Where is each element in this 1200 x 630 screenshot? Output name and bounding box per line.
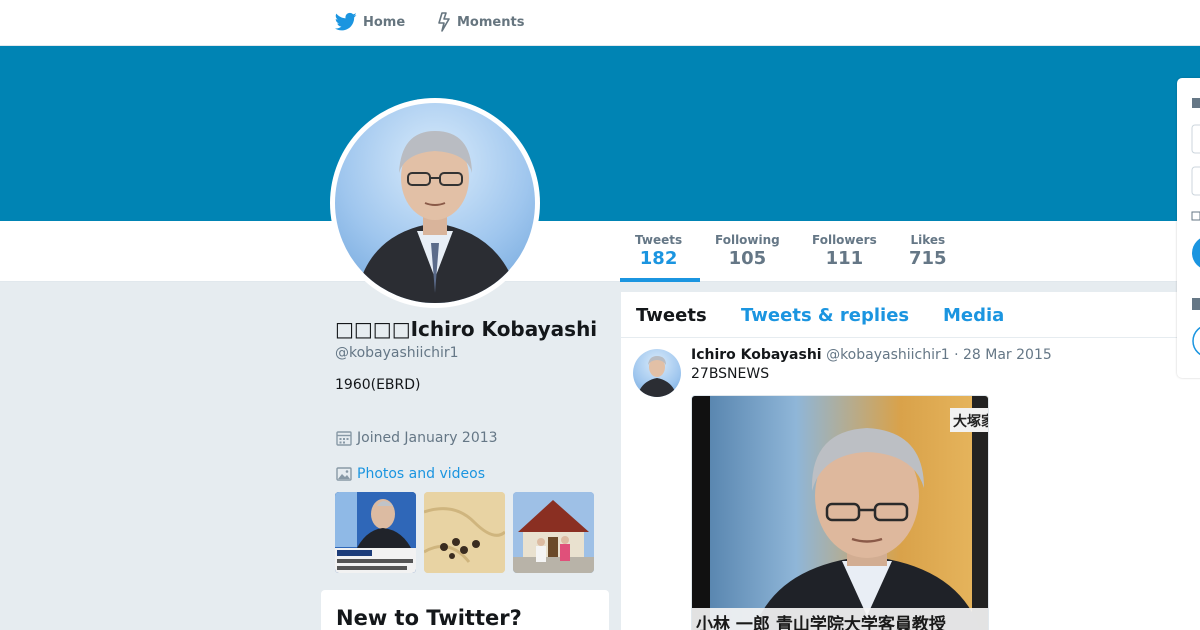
- new-to-twitter-box: New to Twitter?: [321, 590, 609, 630]
- stat-label: Following: [715, 233, 780, 247]
- photo-thumbnail[interactable]: [335, 492, 416, 573]
- photos-link-label: Photos and videos: [357, 466, 486, 482]
- timeline: Tweets Tweets & replies Media Ichiro Kob…: [621, 292, 1200, 630]
- image-icon: [336, 467, 352, 481]
- sand-figures-thumbnail: [424, 492, 505, 573]
- nav-home[interactable]: Home: [335, 12, 405, 32]
- twitter-bird-icon: [335, 12, 357, 31]
- person-portrait-icon: [355, 131, 520, 303]
- tweet-text: 27BSNEWS: [691, 366, 770, 382]
- timeline-tabs: Tweets Tweets & replies Media: [621, 292, 1200, 338]
- tweet-author-handle[interactable]: @kobayashiichir1: [826, 347, 950, 363]
- stat-likes[interactable]: Likes 715: [909, 233, 947, 269]
- avatar-photo: [335, 103, 535, 303]
- stat-value: 105: [728, 248, 767, 269]
- nav-moments-label: Moments: [457, 14, 525, 30]
- profile-handle[interactable]: @kobayashiichir1: [335, 345, 459, 361]
- stat-value: 182: [639, 248, 678, 269]
- tweet-media-image[interactable]: 大塚家 小林 一郎 青山学院大学客員教授: [691, 395, 989, 630]
- calendar-icon: [336, 431, 352, 446]
- photo-thumbnail[interactable]: [513, 492, 594, 573]
- temple-photo-thumbnail: [513, 492, 594, 573]
- profile-stats-bar: Tweets 182 Following 105 Followers 111 L…: [0, 221, 1200, 282]
- active-stat-underline: [620, 278, 700, 282]
- media-corner-text: 大塚家: [953, 413, 989, 430]
- top-nav-bar: Home Moments: [0, 0, 1200, 46]
- photos-and-videos-link[interactable]: Photos and videos: [335, 465, 485, 483]
- new-to-twitter-title: New to Twitter?: [336, 606, 522, 630]
- joined-date: Joined January 2013: [335, 429, 498, 447]
- profile-name: □□□□Ichiro Kobayashi: [335, 317, 598, 341]
- tab-tweets[interactable]: Tweets: [636, 305, 707, 326]
- profile-bio: 1960(EBRD): [335, 377, 421, 393]
- joined-text: Joined January 2013: [357, 430, 498, 446]
- stat-tweets[interactable]: Tweets 182: [635, 233, 682, 269]
- tv-news-photo: 大塚家 小林 一郎 青山学院大学客員教授: [692, 396, 989, 630]
- right-side-panel: [1177, 78, 1200, 378]
- tab-media[interactable]: Media: [943, 305, 1004, 326]
- news-screenshot-thumbnail: [335, 492, 416, 573]
- stat-label: Tweets: [635, 233, 683, 247]
- stat-label: Likes: [910, 233, 946, 247]
- stat-label: Followers: [812, 233, 877, 247]
- photo-thumbnail[interactable]: [424, 492, 505, 573]
- stat-value: 111: [825, 248, 864, 269]
- nav-home-label: Home: [363, 14, 406, 30]
- profile-avatar[interactable]: [330, 98, 540, 308]
- media-caption-text: 小林 一郎 青山学院大学客員教授: [696, 614, 947, 630]
- stat-following[interactable]: Following 105: [715, 233, 780, 269]
- tweet-avatar[interactable]: [633, 349, 681, 397]
- tweet-separator: ·: [949, 347, 963, 363]
- profile-header-banner: [0, 46, 1200, 221]
- tab-tweets-and-replies[interactable]: Tweets & replies: [741, 305, 909, 326]
- lightning-icon: [438, 12, 450, 32]
- tweet-author-name[interactable]: Ichiro Kobayashi: [691, 347, 822, 363]
- nav-moments[interactable]: Moments: [437, 12, 524, 32]
- side-panel-fragments: [1191, 98, 1200, 356]
- stat-followers[interactable]: Followers 111: [812, 233, 877, 269]
- tweet-header: Ichiro Kobayashi @kobayashiichir1 · 28 M…: [691, 347, 1052, 363]
- tweet-date[interactable]: 28 Mar 2015: [963, 347, 1052, 363]
- stat-value: 715: [909, 248, 947, 269]
- person-avatar-icon: [637, 356, 677, 397]
